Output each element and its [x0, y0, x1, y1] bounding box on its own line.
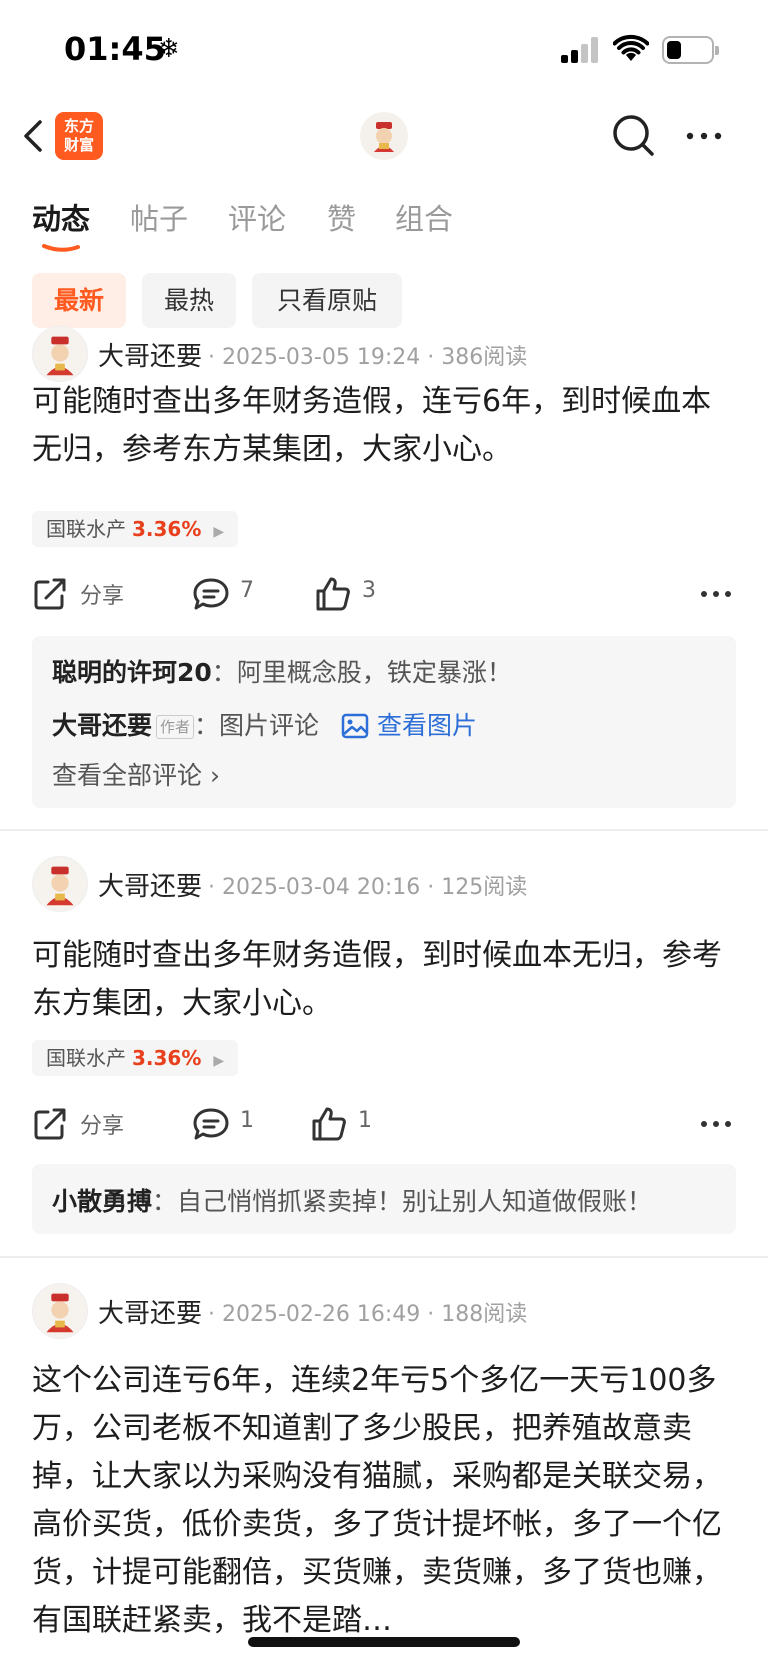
stock-change: 3.36%	[132, 1046, 202, 1070]
post-text[interactable]: 可能随时查出多年财务造假，到时候血本无归，参考东方集团，大家小心。	[32, 932, 738, 1028]
image-icon[interactable]	[341, 713, 369, 739]
post-author-row: 大哥还要 · 2025-02-26 16:49 · 188阅读	[32, 1283, 752, 1339]
more-options-icon[interactable]	[680, 112, 728, 160]
status-bar: 01:45 ❄	[0, 0, 768, 100]
share-icon	[34, 578, 66, 610]
comment-preview[interactable]: 聪明的许珂20：阿里概念股，铁定暴涨！ 大哥还要 作者 ：图片评论 查看图片 查看全…	[32, 636, 736, 808]
author-avatar[interactable]	[32, 326, 88, 382]
thumbs-up-icon	[312, 1107, 346, 1141]
home-indicator[interactable]	[248, 1637, 520, 1647]
comment-button[interactable]: 1	[192, 1098, 272, 1148]
author-avatar[interactable]	[32, 1283, 88, 1339]
comment-text: 阿里概念股，铁定暴涨！	[236, 658, 512, 687]
tab-portfolio[interactable]: 组合	[395, 196, 453, 238]
post-meta: · 2025-03-05 19:24 · 386阅读	[208, 345, 528, 370]
comment-separator: ：	[194, 711, 220, 740]
more-options-icon	[701, 1121, 731, 1127]
comment-separator: ：	[152, 1187, 178, 1216]
thumbs-up-icon	[316, 577, 350, 611]
cellular-signal-icon	[561, 37, 601, 63]
stock-name: 国联水产	[46, 1046, 126, 1070]
share-button[interactable]: 分享	[32, 1098, 142, 1148]
share-label: 分享	[80, 584, 125, 609]
post-more-button[interactable]	[696, 1098, 736, 1148]
chevron-right-icon: ▶	[213, 524, 225, 540]
author-avatar[interactable]	[32, 856, 88, 912]
post-text[interactable]: 这个公司连亏6年，连续2年亏5个多亿一天亏100多万，公司老板不知道割了多少股民…	[32, 1357, 738, 1645]
stock-change: 3.36%	[132, 517, 202, 541]
back-arrow-icon[interactable]	[18, 116, 48, 156]
comment-separator: ：	[211, 658, 237, 687]
post-actions: 分享 1 1	[32, 1098, 736, 1148]
author-name[interactable]: 大哥还要	[98, 336, 202, 373]
author-name[interactable]: 大哥还要	[98, 1293, 202, 1330]
battery-icon	[662, 36, 719, 64]
like-count: 1	[358, 1108, 372, 1133]
author-badge: 作者	[156, 715, 195, 739]
share-button[interactable]: 分享	[32, 568, 142, 618]
filter-latest[interactable]: 最新	[32, 273, 126, 328]
like-button[interactable]: 1	[310, 1098, 390, 1148]
like-count: 3	[362, 578, 376, 603]
share-icon	[34, 1108, 66, 1140]
status-time: 01:45	[64, 30, 166, 68]
stock-tag[interactable]: 国联水产 3.36% ▶	[32, 1040, 239, 1076]
commenter-name[interactable]: 小散勇搏	[52, 1187, 152, 1216]
post-actions: 分享 7 3	[32, 568, 736, 618]
post-meta: · 2025-03-04 20:16 · 125阅读	[208, 875, 528, 900]
post-meta: · 2025-02-26 16:49 · 188阅读	[208, 1302, 528, 1327]
active-tab-indicator	[42, 244, 80, 252]
logo-text-line1: 东方	[63, 117, 94, 135]
tab-likes[interactable]: 赞	[327, 196, 356, 238]
more-options-icon	[701, 591, 731, 597]
comment-text: 图片评论	[219, 711, 320, 740]
comment-count: 1	[240, 1108, 254, 1133]
filter-original-only[interactable]: 只看原贴	[252, 273, 402, 328]
commenter-name[interactable]: 聪明的许珂20	[52, 658, 212, 687]
comment-item[interactable]: 聪明的许珂20：阿里概念股，铁定暴涨！	[52, 653, 512, 689]
post-more-button[interactable]	[696, 568, 736, 618]
comment-preview[interactable]: 小散勇搏：自己悄悄抓紧卖掉！别让别人知道做假账！	[32, 1164, 736, 1234]
filter-hottest[interactable]: 最热	[142, 273, 236, 328]
post-text[interactable]: 可能随时查出多年财务造假，连亏6年，到时候血本无归，参考东方某集团，大家小心。	[32, 378, 738, 474]
tab-posts[interactable]: 帖子	[130, 196, 188, 238]
wifi-icon	[613, 35, 649, 61]
post-divider	[0, 829, 768, 831]
user-avatar-icon[interactable]	[360, 112, 408, 160]
app-logo[interactable]: 东方 财富	[55, 112, 103, 160]
chevron-right-icon: ▶	[213, 1053, 225, 1069]
comment-icon	[193, 578, 229, 610]
post-author-row: 大哥还要 · 2025-03-04 20:16 · 125阅读	[32, 856, 752, 912]
comment-count: 7	[240, 578, 254, 603]
share-label: 分享	[80, 1114, 125, 1139]
comment-button[interactable]: 7	[192, 568, 272, 618]
view-all-comments-link[interactable]: 查看全部评论 ›	[52, 756, 220, 792]
top-nav: 东方 财富	[0, 104, 768, 170]
post-divider	[0, 1256, 768, 1258]
stock-name: 国联水产	[46, 517, 126, 541]
stock-tag[interactable]: 国联水产 3.36% ▶	[32, 511, 239, 547]
tab-comments[interactable]: 评论	[228, 196, 286, 238]
search-icon[interactable]	[610, 112, 658, 160]
comment-icon	[193, 1108, 229, 1140]
comment-item[interactable]: 小散勇搏：自己悄悄抓紧卖掉！别让别人知道做假账！	[52, 1182, 652, 1218]
commenter-name[interactable]: 大哥还要	[52, 711, 152, 740]
snowflake-icon: ❄	[158, 34, 180, 64]
comment-text: 自己悄悄抓紧卖掉！别让别人知道做假账！	[177, 1187, 653, 1216]
view-image-link[interactable]: 查看图片	[377, 711, 477, 740]
comment-item[interactable]: 大哥还要 作者 ：图片评论 查看图片	[52, 706, 477, 742]
tab-dynamics[interactable]: 动态	[32, 196, 90, 238]
like-button[interactable]: 3	[314, 568, 394, 618]
author-name[interactable]: 大哥还要	[98, 866, 202, 903]
logo-text-line2: 财富	[63, 136, 94, 154]
